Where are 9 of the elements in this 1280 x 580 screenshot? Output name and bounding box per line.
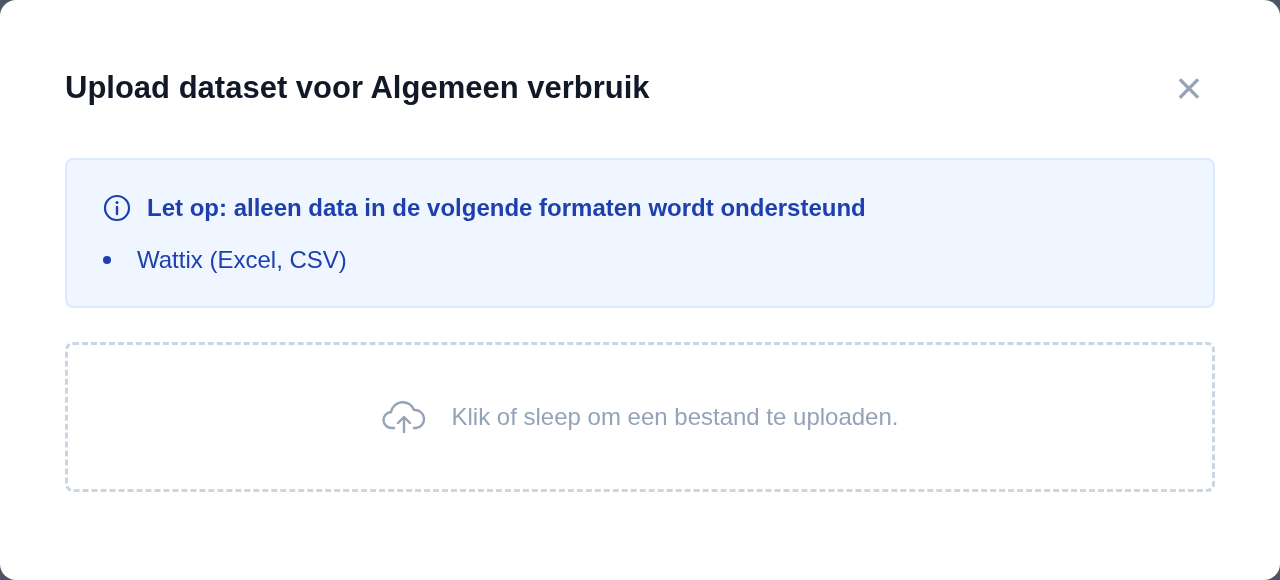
dialog-title: Upload dataset voor Algemeen verbruik	[65, 70, 650, 106]
cloud-upload-icon	[381, 400, 426, 434]
notice-heading: Let op: alleen data in de volgende formaten wordt ondersteund	[147, 194, 866, 222]
info-icon	[103, 194, 131, 222]
bullet-icon	[103, 256, 111, 264]
format-item: Wattix (Excel, CSV)	[137, 246, 347, 274]
close-button[interactable]: ×	[1171, 70, 1207, 106]
dropzone-text: Klik of sleep om een bestand te uploaden.	[451, 403, 899, 431]
upload-dropzone[interactable]: Klik of sleep om een bestand te uploaden.	[65, 342, 1215, 492]
